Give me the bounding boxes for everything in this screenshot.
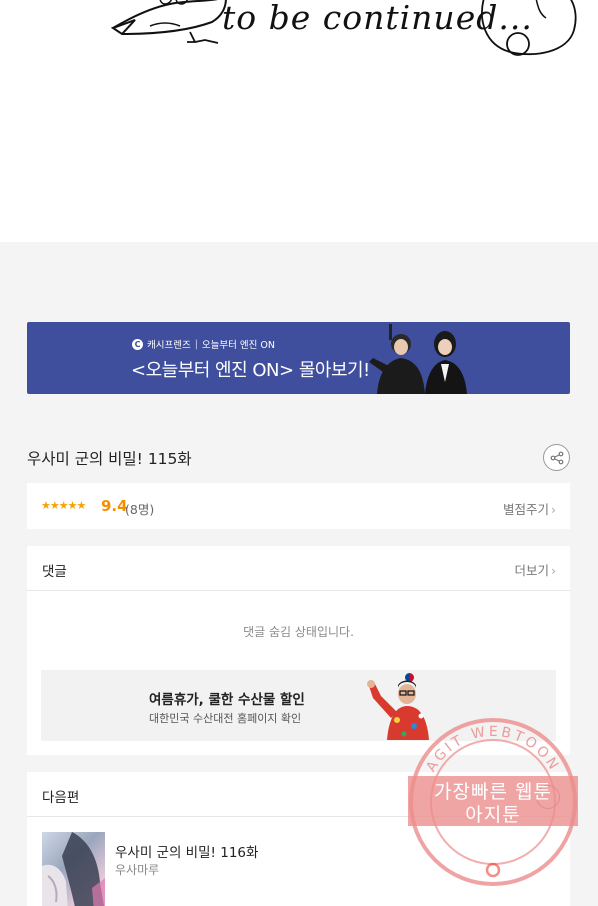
comments-hidden-message: 댓글 숨김 상태입니다. xyxy=(243,625,354,639)
next-episode-thumbnail[interactable] xyxy=(42,832,105,906)
banner-tagline: 오늘부터 엔진 ON xyxy=(201,340,275,351)
comments-header: 댓글 더보기 › xyxy=(27,546,570,591)
comments-heading: 댓글 xyxy=(42,564,67,580)
banner-divider: | xyxy=(194,338,198,350)
comments-more-label: 더보기 xyxy=(514,563,549,578)
comment-ad-person-image xyxy=(367,680,429,740)
chevron-right-icon: › xyxy=(551,502,556,517)
banner-brand: 캐시프렌즈 xyxy=(147,340,191,351)
banner-headline: <오늘부터 엔진 ON> 몰아보기! xyxy=(131,360,370,381)
next-episode-card[interactable]: 다음편 우사미 군의 비밀! 116화 우사마루 xyxy=(27,772,570,906)
next-episode-author: 우사마루 xyxy=(115,863,160,877)
promo-banner[interactable]: C 캐시프렌즈 | 오늘부터 엔진 ON <오늘부터 엔진 ON> 몰아보기! xyxy=(27,322,570,394)
rating-stars: ★★★★★ xyxy=(41,499,86,512)
comic-panel: to be continued... xyxy=(0,0,598,242)
banner-actors-image xyxy=(369,324,467,394)
comment-ad[interactable]: 여름휴가, 쿨한 수산물 할인 대한민국 수산대전 홈페이지 확인 xyxy=(41,670,556,741)
next-episode-header: 다음편 xyxy=(27,772,570,817)
comments-more-button[interactable]: 더보기 › xyxy=(514,560,556,579)
comments-card: 댓글 더보기 › 댓글 숨김 상태입니다. 여름휴가, 쿨한 수산물 할인 대한민… xyxy=(27,546,570,755)
share-icon xyxy=(550,451,563,464)
comment-ad-subtitle: 대한민국 수산대전 홈페이지 확인 xyxy=(149,712,302,725)
rating-count: (8명) xyxy=(125,502,155,517)
thumbnail-art xyxy=(42,832,105,906)
chevron-right-icon: › xyxy=(551,563,556,578)
rate-button[interactable]: 별점주기 › xyxy=(503,499,556,518)
next-episode-heading: 다음편 xyxy=(42,790,80,806)
rating-card: ★★★★★ 9.4 (8명) 별점주기 › xyxy=(27,483,570,529)
to-be-continued-caption: to be continued... xyxy=(222,0,533,37)
episode-title: 우사미 군의 비밀! 115화 xyxy=(27,450,192,468)
next-episode-arrow-icon[interactable] xyxy=(536,785,560,809)
comment-ad-title: 여름휴가, 쿨한 수산물 할인 xyxy=(149,692,305,708)
banner-brand-row: C 캐시프렌즈 | 오늘부터 엔진 ON xyxy=(132,337,275,351)
rating-score: 9.4 xyxy=(101,497,128,515)
share-button[interactable] xyxy=(543,444,570,471)
rate-button-label: 별점주기 xyxy=(502,502,549,517)
next-episode-title: 우사미 군의 비밀! 116화 xyxy=(115,845,259,861)
cashfriends-logo-icon: C xyxy=(132,338,143,350)
